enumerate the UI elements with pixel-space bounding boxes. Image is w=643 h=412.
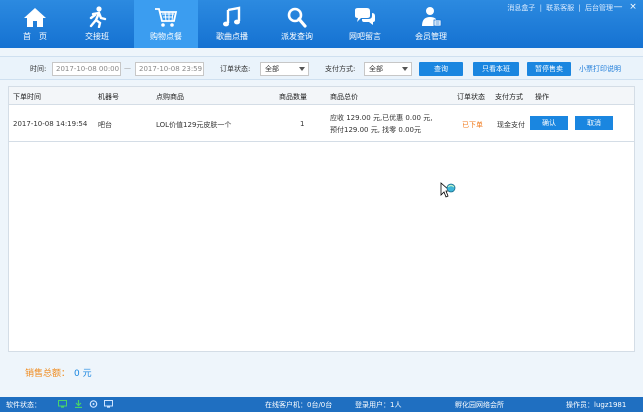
nav-dispatch-label: 派发查询 [281,32,313,41]
col-product: 点购商品 [156,93,184,101]
cell-machine: 吧台 [98,121,112,129]
time-separator: — [124,64,131,72]
time-label: 时间: [30,65,47,73]
minimize-button[interactable]: — [613,2,623,12]
nav-shift-label: 交接班 [85,32,109,41]
sales-total-label: 销售总额： [25,369,71,379]
backend-admin-link[interactable]: 后台管理 [585,4,613,12]
col-total-price: 商品总价 [330,93,358,101]
start-time-input[interactable]: 2017-10-08 00:00 [52,62,121,76]
nav-home-label: 首 页 [23,32,47,41]
chat-icon [355,8,375,25]
orders-table: 下单时间 机器号 点购商品 商品数量 商品总价 订单状态 支付方式 操作 201… [8,86,635,352]
col-qty: 商品数量 [279,93,307,101]
pay-method-value: 全部 [369,65,383,73]
confirm-button[interactable]: 确认 [530,116,568,130]
message-box-link[interactable]: 消息盒子 [507,4,535,12]
contact-support-link[interactable]: 联系客服 [546,4,574,12]
nav-shift[interactable]: 交接班 [72,0,122,48]
member-icon [422,7,442,27]
cell-price-line1: 应收 129.00 元,已优惠 0.00 元, [330,114,433,122]
settings-icon [89,400,98,408]
nav-music-label: 歌曲点播 [216,32,248,41]
logged-in-users: 登录用户：1人 [355,401,402,409]
chevron-down-icon [299,67,305,71]
busy-cursor-icon [440,182,456,198]
nav-message[interactable]: 网吧留言 [340,0,390,48]
pay-method-select[interactable]: 全部 [364,62,412,76]
view-shift-button[interactable]: 只看本班 [473,62,519,76]
end-time-input[interactable]: 2017-10-08 23:59 [135,62,204,76]
order-status-value: 全部 [265,65,279,73]
nav-home[interactable]: 首 页 [10,0,60,48]
nav-dispatch[interactable]: 派发查询 [272,0,322,48]
cell-pay-method: 现金支付 [497,121,525,129]
cancel-button[interactable]: 取消 [575,116,613,130]
close-button[interactable]: × [628,2,638,12]
monitor-icon [104,400,113,408]
col-actions: 操作 [535,93,549,101]
col-machine: 机器号 [98,93,119,101]
cell-product: LOL价值129元皮肤一个 [156,121,232,129]
operator-name: 操作员：lugz1981 [566,401,627,409]
order-status-label: 订单状态: [220,65,251,73]
home-icon [24,8,46,27]
status-badge: 已下单 [462,121,483,129]
table-header: 下单时间 机器号 点购商品 商品数量 商品总价 订单状态 支付方式 操作 [9,87,634,105]
nav-member[interactable]: 会员管理 [406,0,456,48]
pay-method-label: 支付方式: [325,65,356,73]
nav-music[interactable]: 歌曲点播 [207,0,257,48]
runner-icon [89,6,107,28]
pause-sale-button[interactable]: 暂停售卖 [527,62,571,76]
nav-shop[interactable]: 购物点餐 [134,0,198,48]
download-icon [75,400,82,408]
col-pay-method: 支付方式 [495,93,523,101]
order-status-select[interactable]: 全部 [260,62,309,76]
nav-member-label: 会员管理 [415,32,447,41]
query-button[interactable]: 查询 [419,62,463,76]
chevron-down-icon [402,67,408,71]
online-clients: 在线客户机：0台/0台 [265,401,333,409]
music-icon [223,6,241,27]
sales-total: 销售总额： 0 元 [25,366,92,379]
cart-icon [155,8,178,27]
top-links: 消息盒子 | 联系客服 | 后台管理 [507,4,613,12]
software-status-label: 软件状态： [6,401,41,409]
cell-qty: 1 [300,120,305,128]
nav-shop-label: 购物点餐 [150,32,182,41]
top-nav-bar: 首 页 交接班 购物点餐 歌曲点播 派发查询 网吧留言 会员管理 消息盒子 | … [0,0,643,48]
sales-total-value: 0 元 [74,369,92,379]
filter-bar: 时间: 2017-10-08 00:00 — 2017-10-08 23:59 … [0,56,643,80]
venue-name: 孵化园网络会所 [455,401,504,409]
print-receipt-link[interactable]: 小票打印说明 [579,64,621,74]
search-icon [287,7,307,28]
nav-message-label: 网吧留言 [349,32,381,41]
col-order-time: 下单时间 [13,93,41,101]
cell-price-line2: 预付129.00 元, 找零 0.00元 [330,126,421,134]
cell-order-time: 2017-10-08 14:19:54 [13,120,88,128]
table-row: 2017-10-08 14:19:54 吧台 LOL价值129元皮肤一个 1 应… [9,106,634,142]
status-bar: 软件状态： 在线客户机：0台/0台 登录用户：1人 孵化园网络会所 操作员：lu… [0,397,643,412]
monitor-green-icon [58,400,67,408]
col-order-status: 订单状态 [457,93,485,101]
